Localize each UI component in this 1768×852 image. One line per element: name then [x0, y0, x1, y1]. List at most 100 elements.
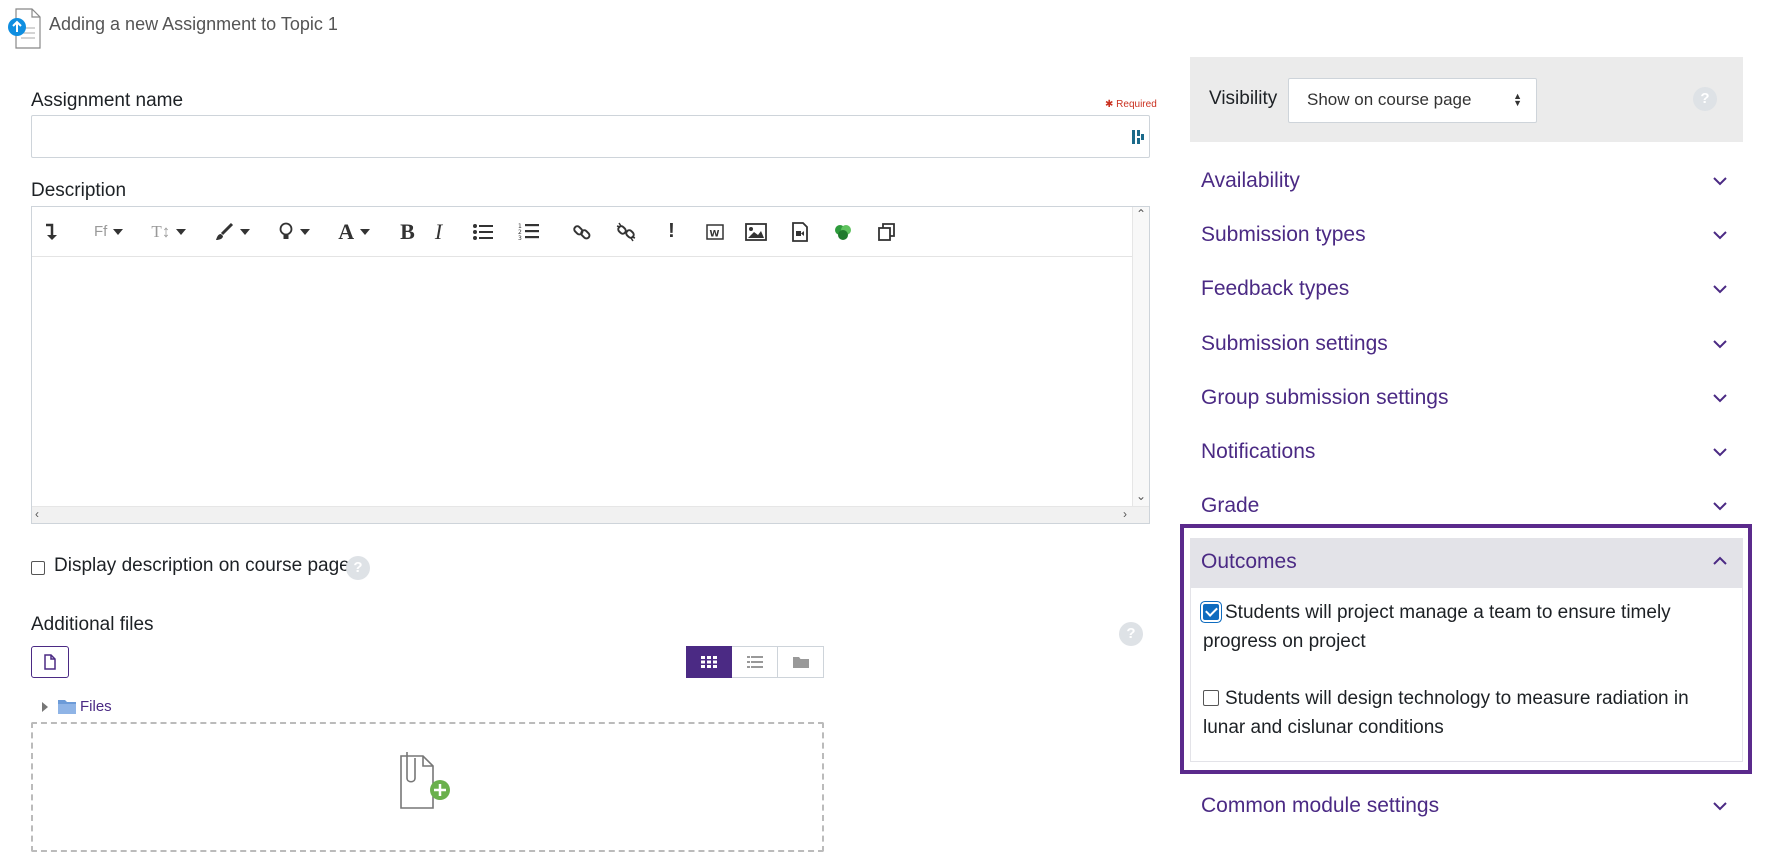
emoticon-button[interactable]: !: [668, 216, 675, 248]
bold-button[interactable]: B: [400, 216, 415, 248]
section-feedback-types[interactable]: Feedback types: [1190, 265, 1743, 317]
chevron-down-icon: [1713, 448, 1727, 457]
font-size-button[interactable]: T↕: [151, 216, 187, 248]
chevron-down-icon: [1713, 231, 1727, 240]
section-title: Feedback types: [1201, 277, 1350, 300]
image-icon: [744, 222, 767, 241]
section-title: Grade: [1201, 494, 1260, 517]
chevron-down-icon: [360, 228, 371, 235]
additional-files-label: Additional files: [31, 614, 154, 635]
outcomes-content: Students will project manage a team to e…: [1190, 588, 1743, 762]
files-tree-node[interactable]: Files: [42, 698, 112, 715]
required-text: Required: [1116, 99, 1157, 110]
recycle-icon: [834, 224, 851, 240]
outcome-label: Students will design technology to measu…: [1203, 688, 1689, 738]
section-common-module-settings[interactable]: Common module settings: [1190, 782, 1743, 834]
collapse-toolbar-button[interactable]: [42, 216, 58, 248]
chevron-up-icon: [1713, 556, 1727, 565]
chevron-down-icon: [1713, 285, 1727, 294]
section-title: Availability: [1201, 169, 1300, 192]
file-dropzone[interactable]: [31, 722, 824, 852]
visibility-select-value: Show on course page: [1307, 90, 1472, 109]
folder-icon: [792, 657, 809, 668]
icon-view-button[interactable]: [686, 646, 732, 678]
ordered-list-button[interactable]: 123: [518, 216, 540, 248]
display-description-label: Display description on course page: [54, 555, 350, 576]
files-folder-label: Files: [80, 698, 112, 715]
section-availability[interactable]: Availability: [1190, 157, 1743, 209]
tree-view-button[interactable]: [778, 646, 824, 678]
help-icon[interactable]: ?: [1693, 87, 1717, 111]
description-editor[interactable]: Ff T↕ A B I 123 ! W ⌃ ⌄ ‹ ›: [31, 206, 1150, 524]
select-arrows-icon: ▲ ▼: [1513, 91, 1522, 108]
section-title: Common module settings: [1201, 794, 1440, 817]
brush-icon: [216, 222, 234, 240]
media-button[interactable]: [791, 216, 809, 248]
assignment-upload-icon: [6, 6, 46, 50]
section-group-submission-settings[interactable]: Group submission settings: [1190, 374, 1743, 426]
editor-vertical-scrollbar[interactable]: ⌃ ⌄: [1132, 207, 1149, 507]
display-description-checkbox[interactable]: [31, 561, 45, 575]
section-submission-settings[interactable]: Submission settings: [1190, 320, 1743, 372]
style-button[interactable]: [214, 216, 251, 248]
section-notifications[interactable]: Notifications: [1190, 428, 1743, 480]
add-file-button[interactable]: [31, 646, 69, 678]
assignment-name-input[interactable]: [31, 115, 1150, 158]
exclamation-icon: !: [668, 220, 675, 242]
chevron-down-icon: [300, 228, 311, 235]
copy-button[interactable]: [877, 216, 897, 248]
expand-icon[interactable]: [42, 701, 48, 712]
svg-text:3: 3: [518, 235, 522, 242]
upload-file-icon: [400, 752, 450, 809]
chevron-down-icon: [240, 228, 251, 235]
list-icon: [746, 656, 763, 668]
unordered-list-button[interactable]: [472, 216, 494, 248]
required-asterisk: ✱: [1105, 99, 1117, 110]
image-button[interactable]: [744, 216, 767, 248]
italic-button[interactable]: I: [435, 216, 442, 248]
required-indicator: ✱ Required: [1105, 99, 1157, 110]
chevron-down-icon: [1713, 394, 1727, 403]
bold-icon: B: [400, 218, 415, 244]
font-color-icon: A: [338, 218, 355, 244]
outcome-checkbox[interactable]: [1203, 690, 1219, 706]
numbered-list-icon: 123: [518, 223, 540, 242]
help-icon[interactable]: ?: [1119, 622, 1143, 646]
unlink-button[interactable]: [616, 216, 636, 248]
media-file-icon: [791, 221, 808, 242]
section-submission-types[interactable]: Submission types: [1190, 211, 1743, 263]
unlink-icon: [616, 222, 636, 241]
password-manager-icon[interactable]: [1131, 128, 1145, 146]
scroll-up-icon[interactable]: ⌃: [1136, 207, 1146, 221]
font-family-button[interactable]: Ff: [94, 216, 124, 248]
font-color-button[interactable]: A: [338, 216, 371, 248]
page-title: Adding a new Assignment to Topic 1: [49, 13, 338, 34]
svg-text:W: W: [709, 229, 719, 239]
recordrtc-button[interactable]: [833, 216, 853, 248]
list-view-button[interactable]: [732, 646, 778, 678]
scroll-down-icon[interactable]: ⌄: [1136, 489, 1146, 503]
file-view-toggle: [686, 646, 824, 678]
accessibility-checker-button[interactable]: [278, 216, 311, 248]
section-title: Notifications: [1201, 440, 1316, 463]
scroll-left-icon[interactable]: ‹: [35, 507, 39, 521]
help-icon[interactable]: ?: [346, 556, 370, 580]
section-outcomes[interactable]: Outcomes: [1190, 538, 1743, 588]
file-icon: [44, 654, 56, 670]
outcome-item: Students will project manage a team to e…: [1203, 598, 1733, 656]
editor-horizontal-scrollbar[interactable]: ‹ ›: [32, 506, 1149, 523]
section-title: Group submission settings: [1201, 386, 1449, 409]
word-import-button[interactable]: W: [705, 216, 725, 248]
link-button[interactable]: [572, 216, 592, 248]
font-size-icon: T↕: [151, 221, 171, 241]
chevron-down-icon: [1713, 340, 1727, 349]
chevron-down-icon: [176, 228, 187, 235]
outcome-checkbox[interactable]: [1203, 604, 1219, 620]
visibility-select[interactable]: Show on course page ▲ ▼: [1288, 78, 1537, 123]
chevron-down-icon: [1713, 802, 1727, 811]
chevron-down-icon: [1713, 502, 1727, 511]
scroll-right-icon[interactable]: ›: [1123, 507, 1127, 521]
lightbulb-icon: [279, 222, 293, 239]
italic-icon: I: [434, 218, 443, 244]
description-label: Description: [31, 180, 127, 201]
